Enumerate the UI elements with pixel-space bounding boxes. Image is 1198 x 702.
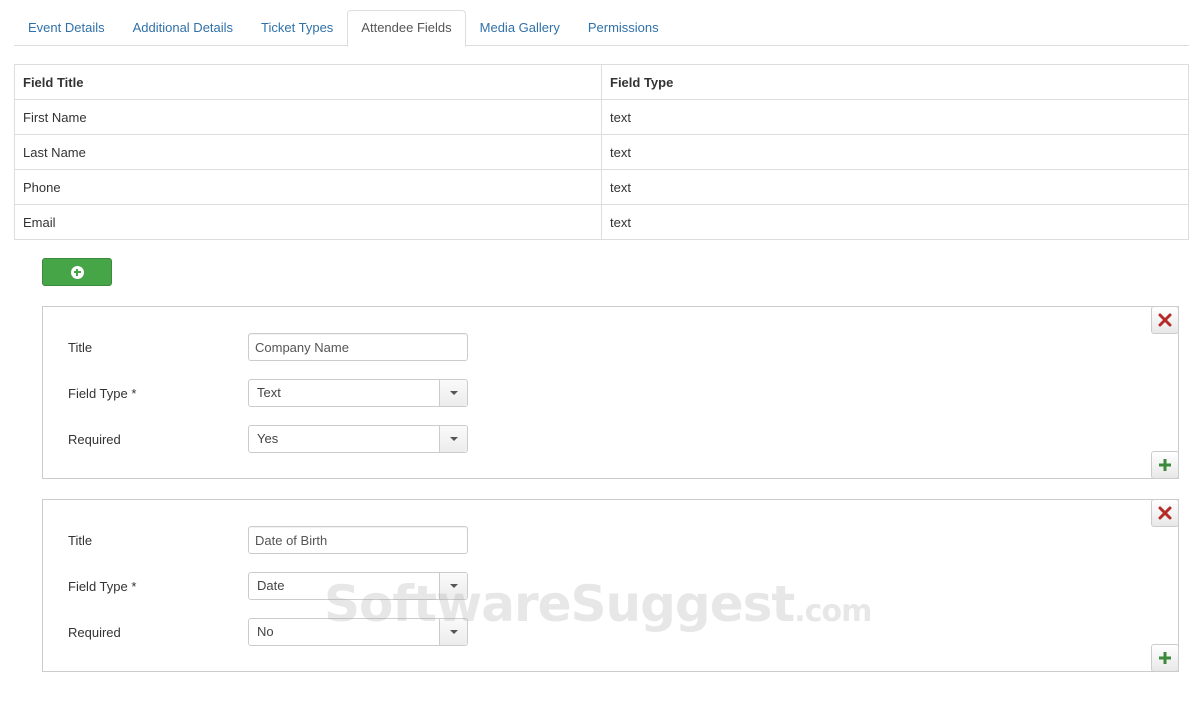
cell-field-type: text xyxy=(601,169,1189,205)
title-row: Title xyxy=(68,526,468,554)
cell-field-type: text xyxy=(601,99,1189,135)
chevron-down-icon xyxy=(439,426,467,452)
title-label: Title xyxy=(68,339,93,355)
table-row: Last Name text xyxy=(14,134,1189,170)
table-header-row: Field Title Field Type xyxy=(14,64,1189,100)
required-row: Required Yes xyxy=(68,425,468,453)
field-type-value: Date xyxy=(257,578,285,593)
tab-attendee-fields[interactable]: Attendee Fields xyxy=(347,10,466,47)
required-label: Required xyxy=(68,431,121,447)
field-type-label: Field Type * xyxy=(68,385,137,401)
tab-bar: Event Details Additional Details Ticket … xyxy=(14,10,1189,47)
field-type-label: Field Type * xyxy=(68,578,137,594)
add-below-button[interactable] xyxy=(1151,451,1179,479)
chevron-down-icon xyxy=(439,380,467,406)
field-type-select[interactable]: Text xyxy=(248,379,468,407)
tab-event-details[interactable]: Event Details xyxy=(14,10,119,46)
add-field-button[interactable] xyxy=(42,258,112,286)
field-panel: Title Field Type * Text Required Yes xyxy=(42,306,1179,479)
cell-field-title: Last Name xyxy=(14,134,602,170)
required-value: Yes xyxy=(257,431,279,446)
required-value: No xyxy=(257,624,274,639)
cell-field-title: First Name xyxy=(14,99,602,135)
required-row: Required No xyxy=(68,618,468,646)
tab-additional-details[interactable]: Additional Details xyxy=(119,10,247,46)
add-below-button[interactable] xyxy=(1151,644,1179,672)
tab-media-gallery[interactable]: Media Gallery xyxy=(466,10,574,46)
chevron-down-icon xyxy=(439,573,467,599)
cell-field-title: Email xyxy=(14,204,602,240)
cell-field-type: text xyxy=(601,204,1189,240)
tab-ticket-types[interactable]: Ticket Types xyxy=(247,10,347,46)
remove-field-button[interactable] xyxy=(1151,306,1179,334)
field-type-select[interactable]: Date xyxy=(248,572,468,600)
required-label: Required xyxy=(68,624,121,640)
column-header-field-type: Field Type xyxy=(601,64,1189,100)
field-type-row: Field Type * Text xyxy=(68,379,468,407)
title-input[interactable] xyxy=(248,526,468,554)
title-input[interactable] xyxy=(248,333,468,361)
table-row: Email text xyxy=(14,204,1189,240)
cell-field-type: text xyxy=(601,134,1189,170)
required-select[interactable]: No xyxy=(248,618,468,646)
field-type-value: Text xyxy=(257,385,281,400)
cell-field-title: Phone xyxy=(14,169,602,205)
column-header-field-title: Field Title xyxy=(14,64,602,100)
close-icon xyxy=(1158,506,1172,520)
field-type-row: Field Type * Date xyxy=(68,572,468,600)
required-select[interactable]: Yes xyxy=(248,425,468,453)
attendee-fields-table: Field Title Field Type First Name text L… xyxy=(14,64,1189,240)
title-row: Title xyxy=(68,333,468,361)
chevron-down-icon xyxy=(439,619,467,645)
table-row: Phone text xyxy=(14,169,1189,205)
field-panel: Title Field Type * Date Required No xyxy=(42,499,1179,672)
tab-permissions[interactable]: Permissions xyxy=(574,10,673,46)
remove-field-button[interactable] xyxy=(1151,499,1179,527)
plus-icon xyxy=(1159,459,1171,471)
close-icon xyxy=(1158,313,1172,327)
plus-icon xyxy=(1159,652,1171,664)
table-row: First Name text xyxy=(14,99,1189,135)
plus-circle-icon xyxy=(70,265,84,279)
title-label: Title xyxy=(68,532,93,548)
